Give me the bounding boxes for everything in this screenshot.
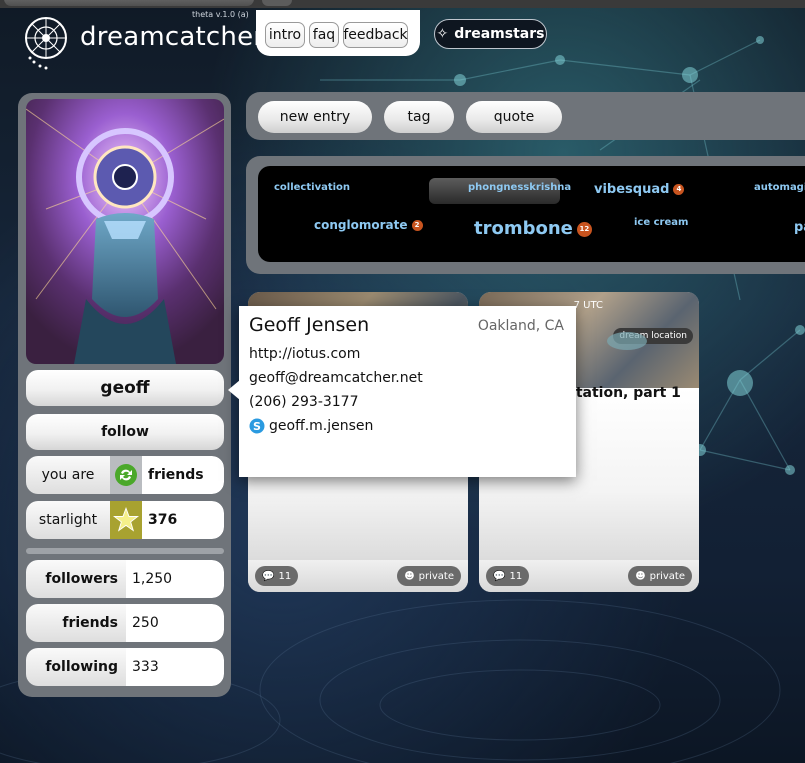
popup-name: Geoff Jensen: [249, 314, 370, 336]
popup-location: Oakland, CA: [477, 318, 564, 334]
top-nav: intro faq feedback: [256, 10, 420, 56]
popup-skype-handle: geoff.m.jensen: [269, 418, 374, 434]
brand-name[interactable]: dreamcatcher: [80, 22, 264, 52]
dreamstars-button[interactable]: ✧ dreamstars: [434, 19, 547, 49]
quote-button[interactable]: quote: [466, 101, 562, 133]
stat-followers[interactable]: followers 1,250: [26, 560, 224, 598]
tag-item[interactable]: pa: [794, 220, 805, 235]
popup-arrow: [228, 380, 240, 400]
privacy-chip[interactable]: ☻ private: [397, 566, 461, 586]
mask-icon: ☻: [404, 570, 415, 582]
tag-item[interactable]: automagic: [754, 182, 805, 193]
starlight-star-icon: [110, 501, 142, 539]
mask-icon: ☻: [635, 570, 646, 582]
relation-icon: [110, 456, 142, 494]
comments-chip[interactable]: 💬 11: [255, 566, 299, 586]
relation-label: you are: [26, 456, 110, 494]
eye-image: [607, 332, 647, 350]
nav-faq-button[interactable]: faq: [309, 22, 339, 48]
stat-label: followers: [26, 560, 126, 598]
tag-cloud: collectivation phongnesskrishna vibesqua…: [258, 166, 805, 262]
follow-button[interactable]: follow: [26, 414, 224, 450]
profile-username[interactable]: geoff: [26, 370, 224, 406]
browser-tab[interactable]: [4, 0, 254, 6]
nav-intro-button[interactable]: intro: [265, 22, 305, 48]
privacy-chip[interactable]: ☻ private: [628, 566, 692, 586]
tag-item[interactable]: conglomorate 2: [314, 218, 423, 232]
skype-icon: S: [249, 418, 265, 434]
starlight-value: 376: [142, 501, 224, 539]
stat-following[interactable]: following 333: [26, 648, 224, 686]
tag-item[interactable]: vibesquad 4: [594, 182, 685, 197]
entry-bar: new entry tag quote: [246, 92, 805, 140]
tag-cloud-panel: collectivation phongnesskrishna vibesqua…: [246, 156, 805, 274]
avatar[interactable]: [26, 99, 224, 364]
card-footer: 💬 11 ☻ private: [248, 560, 468, 592]
comment-icon: 💬: [262, 570, 275, 582]
stat-value: 1,250: [126, 560, 224, 598]
card-timestamp: 7 UTC: [573, 300, 603, 311]
relation-value: friends: [142, 456, 224, 494]
card-footer: 💬 11 ☻ private: [479, 560, 699, 592]
new-entry-button[interactable]: new entry: [258, 101, 372, 133]
tag-count-badge: 2: [411, 220, 423, 231]
comment-icon: 💬: [493, 570, 506, 582]
popup-phone: (206) 293-3177: [249, 394, 359, 410]
tag-count-badge: 12: [576, 221, 592, 237]
popup-website-link[interactable]: http://iotus.com: [249, 346, 360, 362]
popup-email-link[interactable]: geoff@dreamcatcher.net: [249, 370, 423, 386]
stat-label: friends: [26, 604, 126, 642]
stat-value: 250: [126, 604, 224, 642]
nav-feedback-button[interactable]: feedback: [343, 22, 408, 48]
star-icon: ✧: [436, 26, 449, 42]
tag-count-badge: 4: [673, 184, 685, 195]
comments-chip[interactable]: 💬 11: [486, 566, 530, 586]
tag-item[interactable]: ice cream: [634, 217, 688, 228]
dreamstars-label: dreamstars: [454, 26, 545, 42]
relation-row: you are friends: [26, 456, 224, 494]
sidebar-divider: [26, 548, 224, 554]
tag-item[interactable]: collectivation: [274, 182, 350, 193]
tag-button[interactable]: tag: [384, 101, 454, 133]
browser-new-tab[interactable]: [262, 0, 292, 6]
dreamcatcher-logo-icon[interactable]: [22, 12, 78, 72]
profile-popup: Geoff Jensen Oakland, CA http://iotus.co…: [239, 306, 576, 477]
version-label: theta v.1.0 (a): [192, 10, 249, 19]
starlight-label: starlight: [26, 501, 110, 539]
card-title[interactable]: ditation, part 1: [561, 385, 681, 401]
profile-sidebar: geoff follow you are friends starlight 3…: [18, 93, 231, 697]
tag-item[interactable]: trombone 12: [474, 218, 592, 239]
stat-friends[interactable]: friends 250: [26, 604, 224, 642]
stat-label: following: [26, 648, 126, 686]
starlight-row: starlight 376: [26, 501, 224, 539]
tag-item[interactable]: phongnesskrishna: [468, 182, 571, 193]
svg-text:S: S: [253, 420, 261, 433]
popup-skype[interactable]: S geoff.m.jensen: [249, 418, 373, 434]
stat-value: 333: [126, 648, 224, 686]
